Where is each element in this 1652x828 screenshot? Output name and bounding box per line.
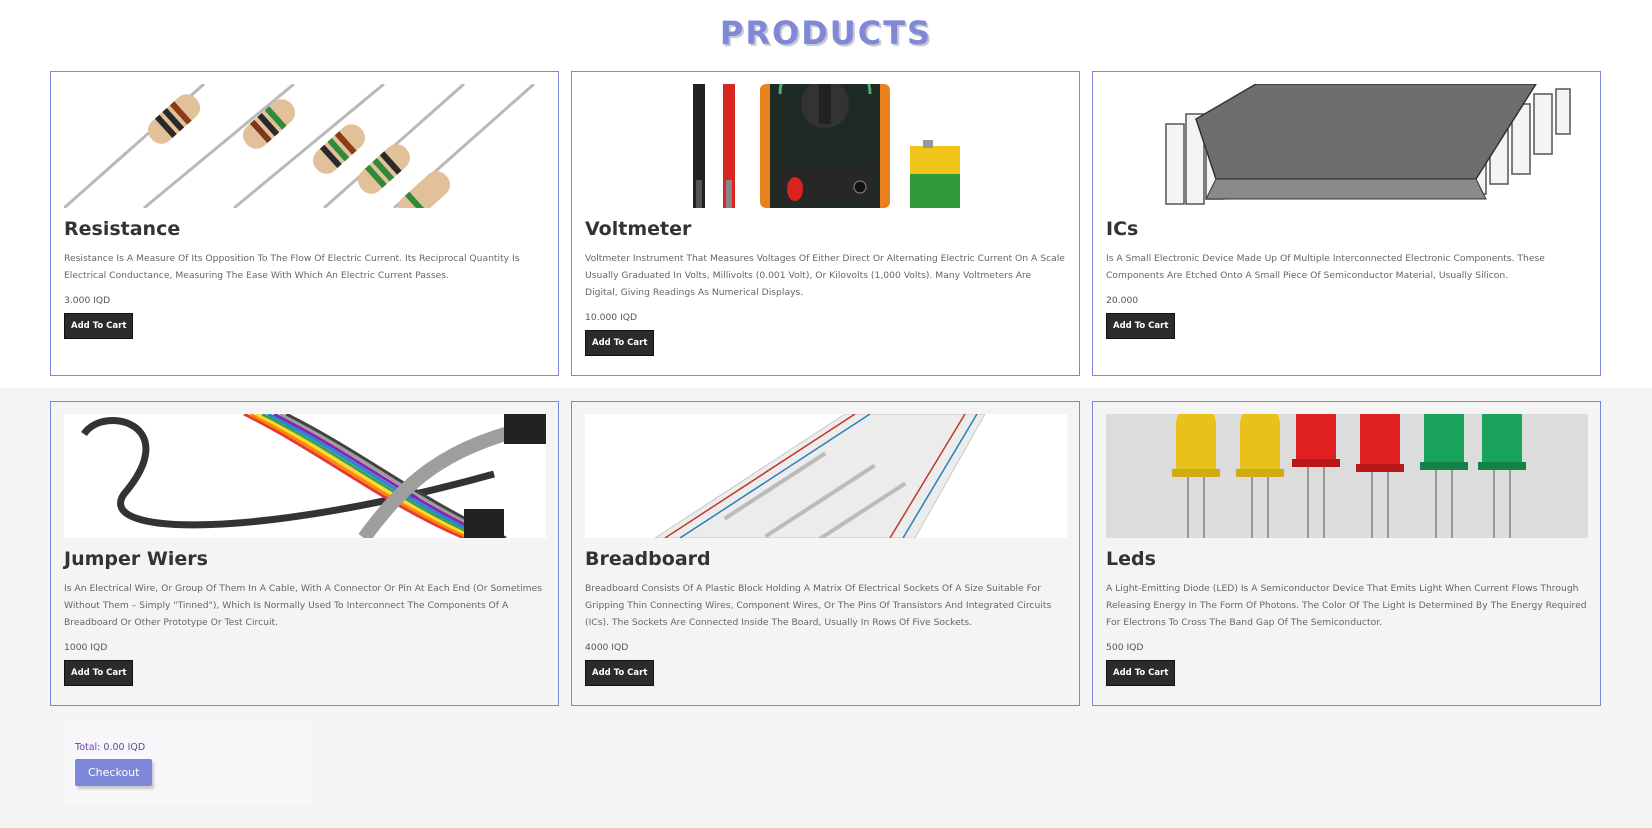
product-price: 10.000 IQD (585, 312, 638, 323)
breadboard-image (585, 414, 1067, 538)
product-price: 20.000 (1106, 295, 1139, 306)
product-card-jumper-wiers: Jumper Wiers Is An Electrical Wire, Or G… (50, 401, 559, 706)
jumper-wires-image (64, 414, 546, 538)
product-card-breadboard: Breadboard Breadboard Consists Of A Plas… (571, 401, 1080, 706)
product-title: Breadboard (585, 548, 711, 570)
product-description: Breadboard Consists Of A Plastic Block H… (585, 583, 1052, 628)
product-title: Voltmeter (585, 218, 692, 240)
product-description: Voltmeter Instrument That Measures Volta… (585, 253, 1065, 298)
product-title: Resistance (64, 218, 181, 240)
product-card-ics: ICs Is A Small Electronic Device Made Up… (1092, 71, 1601, 376)
product-description: Is An Electrical Wire, Or Group Of Them … (64, 583, 543, 628)
add-to-cart-button[interactable]: Add To Cart (1106, 660, 1176, 686)
product-price: 500 IQD (1106, 642, 1144, 653)
product-title: Leds (1106, 548, 1156, 570)
ic-chip-image (1106, 84, 1588, 208)
multimeter-image (585, 84, 1067, 208)
checkout-button[interactable]: Checkout (75, 759, 153, 786)
product-price: 3.000 IQD (64, 295, 111, 306)
product-card-leds: Leds A Light-Emitting Diode (LED) Is A S… (1092, 401, 1601, 706)
add-to-cart-button[interactable]: Add To Cart (1106, 313, 1176, 339)
product-card-voltmeter: Voltmeter Voltmeter Instrument That Meas… (571, 71, 1080, 376)
leds-image (1106, 414, 1588, 538)
product-description: Resistance Is A Measure Of Its Oppositio… (64, 253, 520, 281)
product-price: 4000 IQD (585, 642, 629, 653)
product-title: ICs (1106, 218, 1139, 240)
page-title: PRODUCTS (719, 14, 933, 52)
product-description: A Light-Emitting Diode (LED) Is A Semico… (1106, 583, 1587, 628)
product-description: Is A Small Electronic Device Made Up Of … (1106, 253, 1545, 281)
product-card-resistance: Resistance Resistance Is A Measure Of It… (50, 71, 559, 376)
cart-summary: Total: 0.00 IQD Checkout (63, 720, 313, 806)
add-to-cart-button[interactable]: Add To Cart (585, 660, 655, 686)
resistors-image (64, 84, 546, 208)
product-price: 1000 IQD (64, 642, 108, 653)
add-to-cart-button[interactable]: Add To Cart (585, 330, 655, 356)
cart-total: Total: 0.00 IQD (75, 742, 146, 753)
add-to-cart-button[interactable]: Add To Cart (64, 660, 134, 686)
add-to-cart-button[interactable]: Add To Cart (64, 313, 134, 339)
product-title: Jumper Wiers (64, 548, 208, 570)
